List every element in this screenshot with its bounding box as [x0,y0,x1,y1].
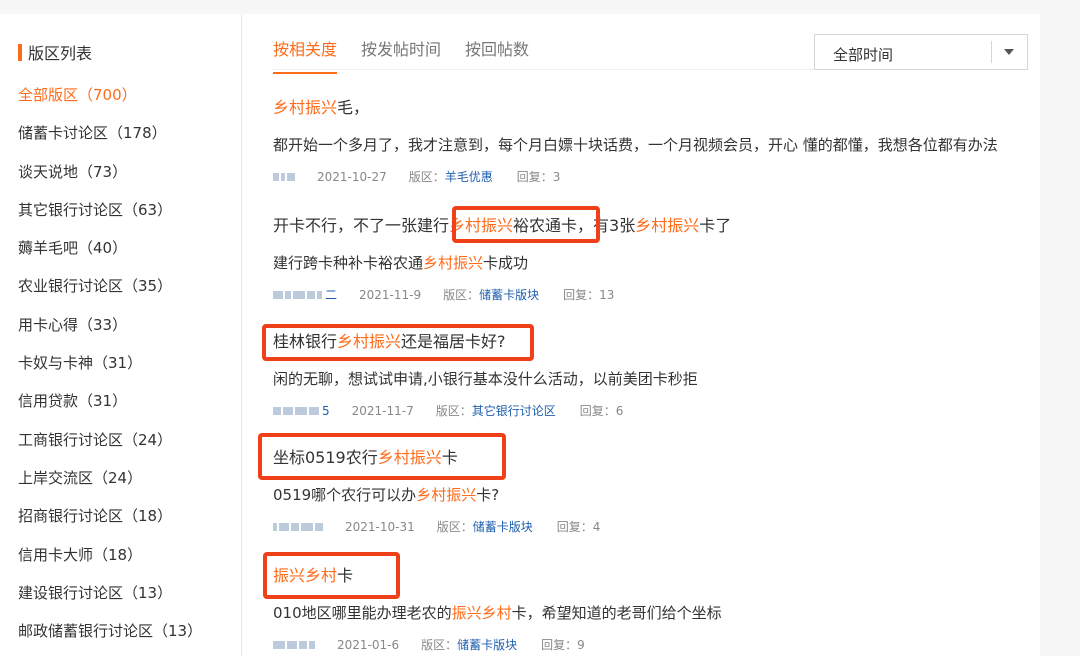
reply-count: 回复：4 [556,520,601,534]
select-divider [991,41,992,63]
post-date: 2021-10-27 [317,170,387,184]
text-segment: 卡成功 [483,254,529,272]
sidebar-item[interactable]: 招商银行讨论区（18） [18,503,202,541]
sidebar-item[interactable]: 建设银行讨论区（13） [18,580,202,618]
text-segment: 卡，希望知道的老哥们给个坐标 [511,604,722,622]
keyword-highlight: 乡村振兴 [273,98,338,117]
text-segment: 卡了 [699,216,732,235]
sidebar-item[interactable]: 卡奴与卡神（31） [18,350,202,388]
board-link[interactable]: 其它银行讨论区 [472,402,556,420]
sidebar-item[interactable]: 信用贷款（31） [18,388,202,426]
sidebar-item[interactable]: 其它银行讨论区（63） [18,197,202,235]
text-segment: 毛， [337,98,370,117]
post-date: 2021-01-6 [337,638,400,652]
board-label: 版区： [408,170,445,184]
sidebar-item-all[interactable]: 全部版区（700） [18,82,202,120]
result-meta: 2021-10-31 版区： 储蓄卡版块 回复：4 [273,518,600,536]
time-range-value: 全部时间 [833,46,894,64]
post-date: 2021-11-7 [351,404,414,418]
highlight-box [452,206,600,243]
search-result: 乡村振兴毛， 都开始一个多月了，我才注意到，每个月白嫖十块话费，一个月视频会员，开… [273,96,998,186]
result-snippet: 闲的无聊，想试试申请,小银行基本没什么活动，以前美团卡秒拒 [273,368,698,390]
text-segment: 010地区哪里能办理老农的 [273,604,452,622]
sidebar: 版区列表 全部版区（700） 储蓄卡讨论区（178） 谈天说地（73） 其它银行… [0,14,242,656]
chevron-down-icon [1004,49,1014,55]
text-segment: 卡? [476,486,500,504]
sidebar-item[interactable]: 谈天说地（73） [18,159,202,197]
board-list: 全部版区（700） 储蓄卡讨论区（178） 谈天说地（73） 其它银行讨论区（6… [18,82,202,656]
result-meta: 5 2021-11-7 版区： 其它银行讨论区 回复：6 [273,402,698,420]
highlight-box [262,324,534,361]
board-link[interactable]: 储蓄卡版块 [479,286,539,304]
board-label: 版区： [443,288,480,302]
highlight-box [258,433,506,480]
post-date: 2021-11-9 [359,288,422,302]
result-title[interactable]: 乡村振兴毛， [273,96,998,120]
text-segment: 开卡不行，不了一张建行 [273,216,450,235]
reply-count: 回复：13 [563,288,615,302]
sidebar-item[interactable]: 上岸交流区（24） [18,465,202,503]
keyword-highlight: 乡村振兴 [416,486,477,504]
author-name-blurred[interactable] [273,521,323,533]
result-snippet: 建行跨卡种补卡裕农通乡村振兴卡成功 [273,252,731,274]
title-accent-bar [18,43,22,61]
author-name-blurred[interactable] [273,405,319,417]
sidebar-item[interactable]: 农业银行讨论区（35） [18,273,202,311]
result-meta: 2021-01-6 版区： 储蓄卡版块 回复：9 [273,636,722,654]
sidebar-item[interactable]: 邮政储蓄银行讨论区（13） [18,618,202,656]
reply-count: 回复：9 [541,638,585,652]
sidebar-item[interactable]: 用卡心得（33） [18,312,202,350]
keyword-highlight: 乡村振兴 [423,254,484,272]
post-date: 2021-10-31 [345,520,415,534]
text-segment: 0519哪个农行可以办 [273,486,417,504]
highlight-box [263,552,400,599]
result-meta: 二 2021-11-9 版区： 储蓄卡版块 回复：13 [273,286,731,304]
text-segment: 都开始一个多月了，我才注意到，每个月白嫖十块话费，一个月视频会员，开心 懂的都懂… [273,136,998,154]
keyword-highlight: 乡村振兴 [635,216,700,235]
reply-count: 回复：6 [579,404,624,418]
time-range-select[interactable]: 全部时间 [814,34,1028,70]
author-name-suffix[interactable]: 二 [325,286,337,304]
sidebar-title-label: 版区列表 [28,44,93,63]
result-snippet: 都开始一个多月了，我才注意到，每个月白嫖十块话费，一个月视频会员，开心 懂的都懂… [273,134,998,156]
sidebar-item[interactable]: 薅羊毛吧（40） [18,235,202,273]
sidebar-title: 版区列表 [18,40,92,64]
author-name-blurred[interactable] [273,171,295,183]
board-link[interactable]: 储蓄卡版块 [473,518,533,536]
text-segment: 建行跨卡种补卡裕农通 [273,254,424,272]
board-link[interactable]: 储蓄卡版块 [457,636,517,654]
sidebar-item[interactable]: 信用卡大师（18） [18,542,202,580]
text-segment: 闲的无聊，想试试申请,小银行基本没什么活动，以前美团卡秒拒 [273,370,698,388]
author-name-blurred[interactable] [273,639,315,651]
author-name-blurred[interactable] [273,289,322,301]
result-snippet: 010地区哪里能办理老农的振兴乡村卡，希望知道的老哥们给个坐标 [273,602,722,624]
board-label: 版区： [435,404,472,418]
sidebar-item[interactable]: 工商银行讨论区（24） [18,427,202,465]
keyword-highlight: 振兴乡村 [451,604,512,622]
result-snippet: 0519哪个农行可以办乡村振兴卡? [273,484,600,506]
sidebar-item[interactable]: 储蓄卡讨论区（178） [18,120,202,158]
reply-count: 回复：3 [516,170,561,184]
author-name-suffix[interactable]: 5 [322,402,330,420]
board-label: 版区： [436,520,473,534]
board-label: 版区： [421,638,458,652]
board-link[interactable]: 羊毛优惠 [445,168,493,186]
result-meta: 2021-10-27 版区： 羊毛优惠 回复：3 [273,168,998,186]
